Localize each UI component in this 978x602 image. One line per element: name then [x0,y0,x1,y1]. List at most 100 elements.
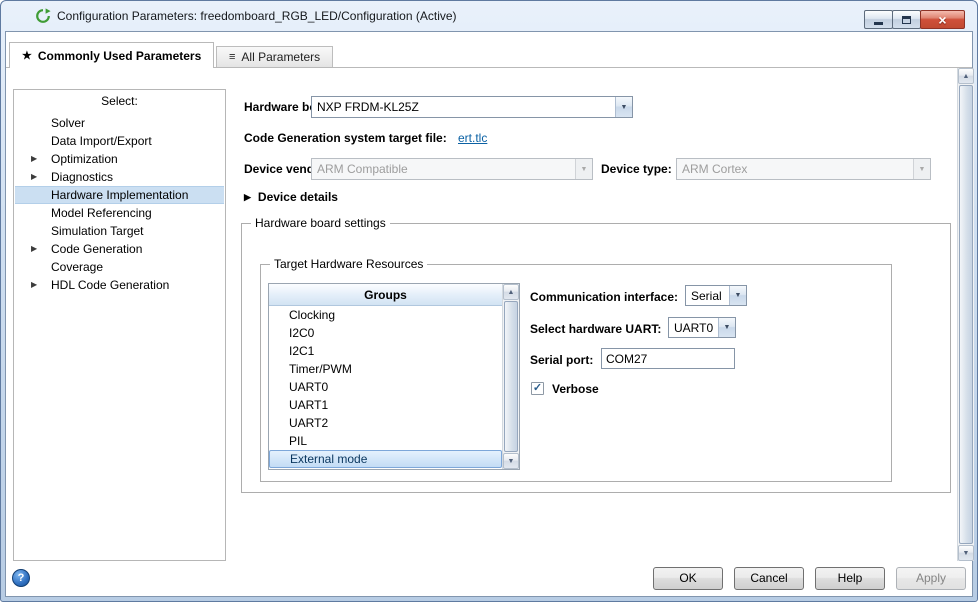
chevron-down-icon: ▼ [913,159,930,179]
maximize-icon [902,16,911,24]
chevron-down-icon: ▼ [718,318,735,337]
scroll-up-button[interactable]: ▲ [503,284,519,300]
configuration-parameters-window: Configuration Parameters: freedomboard_R… [0,0,978,602]
device-details-label: Device details [258,190,338,204]
star-icon: ★ [22,49,32,62]
sidebar-item-label: HDL Code Generation [51,278,169,292]
groups-list-item-clocking[interactable]: Clocking [269,306,502,324]
scroll-up-button[interactable]: ▲ [958,68,974,84]
sidebar-item-label: Model Referencing [51,206,152,220]
sidebar-item-optimization[interactable]: ▶ Optimization [15,150,224,168]
sidebar-item-diagnostics[interactable]: ▶ Diagnostics [15,168,224,186]
hardware-board-value: NXP FRDM-KL25Z [312,97,615,117]
close-icon: × [938,13,946,27]
tab-commonly-used-parameters[interactable]: ★ Commonly Used Parameters [9,42,214,68]
groups-list-items: Clocking I2C0 I2C1 Timer/PWM UART0 UART1… [269,306,502,469]
arrow-down-icon: ▼ [508,458,515,465]
help-button[interactable]: Help [815,567,885,590]
sidebar-item-simulation-target[interactable]: Simulation Target [15,222,224,240]
sidebar-item-label: Solver [51,116,85,130]
chevron-down-icon: ▼ [729,286,746,305]
triangle-right-icon: ▶ [244,192,251,203]
device-type-select: ARM Cortex ▼ [676,158,931,180]
sidebar-item-label: Optimization [51,152,118,166]
sidebar-item-label: Diagnostics [51,170,113,184]
sidebar-item-coverage[interactable]: Coverage [15,258,224,276]
communication-interface-select[interactable]: Serial ▼ [685,285,747,306]
groups-list-item-uart0[interactable]: UART0 [269,378,502,396]
scrollbar-thumb[interactable] [504,301,518,452]
help-icon[interactable]: ? [12,569,30,587]
hardware-uart-label: Select hardware UART: [530,322,661,336]
sidebar-item-hdl-code-generation[interactable]: ▶ HDL Code Generation [15,276,224,294]
hardware-uart-value: UART0 [669,318,718,337]
scroll-down-button[interactable]: ▼ [958,545,974,561]
groups-list-item-i2c1[interactable]: I2C1 [269,342,502,360]
window-controls: × [865,10,965,29]
sidebar-item-model-referencing[interactable]: Model Referencing [15,204,224,222]
scrollbar-thumb[interactable] [959,85,973,544]
device-vendor-select: ARM Compatible ▼ [311,158,593,180]
groups-list-item-i2c0[interactable]: I2C0 [269,324,502,342]
sidebar-item-solver[interactable]: Solver [15,114,224,132]
sidebar-item-data-import-export[interactable]: Data Import/Export [15,132,224,150]
tab-label: All Parameters [241,50,320,64]
sidebar-item-code-generation[interactable]: ▶ Code Generation [15,240,224,258]
device-type-value: ARM Cortex [677,159,913,179]
groups-list-scrollbar[interactable]: ▲ ▼ [502,284,519,469]
list-icon: ≡ [229,51,235,63]
minimize-icon [874,22,883,25]
groups-list-item-uart1[interactable]: UART1 [269,396,502,414]
hardware-uart-select[interactable]: UART0 ▼ [668,317,736,338]
groups-list-header: Groups [269,284,502,306]
groups-list-item-timer-pwm[interactable]: Timer/PWM [269,360,502,378]
verbose-checkbox[interactable]: ✓ [531,382,544,395]
scroll-down-button[interactable]: ▼ [503,453,519,469]
apply-button: Apply [896,567,966,590]
groups-list-item-external-mode[interactable]: External mode [269,450,502,468]
expand-icon[interactable]: ▶ [31,168,37,186]
expand-icon[interactable]: ▶ [31,150,37,168]
groups-item-label: PIL [289,434,307,448]
device-details-toggle[interactable]: ▶ Device details [244,190,338,204]
sidebar-item-label: Coverage [51,260,103,274]
ok-button[interactable]: OK [653,567,723,590]
dialog-body: ★ Commonly Used Parameters ≡ All Paramet… [5,31,973,597]
serial-port-label: Serial port: [530,353,593,367]
dialog-scrollbar[interactable]: ▲ ▼ [957,68,974,561]
tab-label: Commonly Used Parameters [38,49,201,63]
arrow-up-icon: ▲ [508,289,515,296]
groups-list-item-pil[interactable]: PIL [269,432,502,450]
expand-icon[interactable]: ▶ [31,240,37,258]
select-tree-header: Select: [14,90,225,112]
select-tree-panel: Select: Solver Data Import/Export ▶ Opti… [13,89,226,561]
tab-all-parameters[interactable]: ≡ All Parameters [216,46,333,67]
sidebar-item-hardware-implementation[interactable]: Hardware Implementation [15,186,224,204]
expand-icon[interactable]: ▶ [31,276,37,294]
close-button[interactable]: × [920,10,965,29]
groups-item-label: UART2 [289,416,328,430]
sidebar-item-label: Data Import/Export [51,134,152,148]
groups-list-item-uart2[interactable]: UART2 [269,414,502,432]
serial-port-input[interactable] [601,348,735,369]
system-target-file-link[interactable]: ert.tlc [458,131,487,145]
minimize-button[interactable] [864,10,893,29]
sidebar-item-label: Simulation Target [51,224,144,238]
target-hardware-resources-group: Target Hardware Resources Groups Clockin… [260,264,892,482]
system-target-file-label: Code Generation system target file: [244,131,447,145]
arrow-up-icon: ▲ [963,73,970,80]
window-title: Configuration Parameters: freedomboard_R… [57,9,457,23]
maximize-button[interactable] [892,10,921,29]
groups-item-label: UART0 [289,380,328,394]
chevron-down-icon: ▼ [615,97,632,117]
question-mark-icon: ? [18,572,25,584]
hardware-board-select[interactable]: NXP FRDM-KL25Z ▼ [311,96,633,118]
hardware-board-settings-title: Hardware board settings [251,216,390,230]
groups-item-label: External mode [290,452,367,466]
hardware-board-settings-group: Hardware board settings Target Hardware … [241,223,951,493]
groups-item-label: UART1 [289,398,328,412]
titlebar[interactable]: Configuration Parameters: freedomboard_R… [1,1,977,31]
device-vendor-value: ARM Compatible [312,159,575,179]
device-type-label: Device type: [601,162,672,176]
cancel-button[interactable]: Cancel [734,567,804,590]
